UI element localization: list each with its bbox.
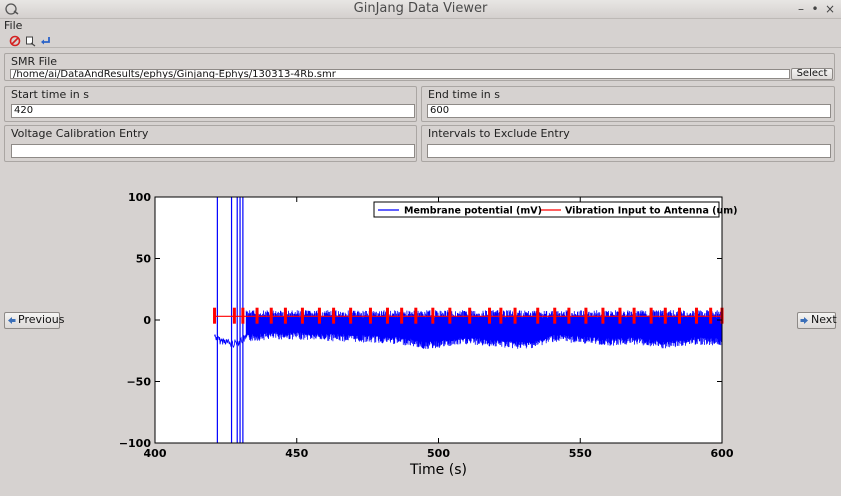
y-tick-label: −100 bbox=[119, 437, 152, 450]
start-time-group: Start time in s 420 bbox=[4, 86, 417, 122]
vibration-pulse bbox=[332, 307, 336, 324]
legend-label-membrane: Membrane potential (mV) bbox=[404, 206, 542, 217]
x-tick-label: 600 bbox=[711, 447, 734, 460]
vibration-pulse bbox=[385, 307, 389, 324]
end-time-label: End time in s bbox=[428, 88, 501, 101]
x-axis-label: Time (s) bbox=[409, 462, 467, 478]
vibration-pulse bbox=[414, 307, 418, 324]
vibration-pulse bbox=[709, 307, 713, 324]
smr-file-group: SMR File /home/ai/DataAndResults/ephys/G… bbox=[4, 53, 835, 81]
start-time-input[interactable]: 420 bbox=[11, 104, 415, 118]
y-tick-label: 50 bbox=[136, 253, 152, 266]
vibration-pulse bbox=[255, 307, 259, 324]
vibration-pulse bbox=[241, 307, 245, 324]
close-icon[interactable]: × bbox=[823, 2, 837, 16]
vibration-pulse bbox=[468, 307, 472, 324]
window-title: GinJang Data Viewer bbox=[353, 1, 488, 16]
end-time-input[interactable]: 600 bbox=[427, 104, 831, 118]
vibration-pulse bbox=[553, 307, 557, 324]
y-tick-label: 0 bbox=[143, 314, 151, 327]
vibration-pulse bbox=[584, 307, 588, 324]
voltage-calibration-group: Voltage Calibration Entry bbox=[4, 125, 417, 162]
vibration-pulse bbox=[513, 307, 517, 324]
minimize-icon[interactable]: – bbox=[794, 2, 808, 16]
vibration-pulse bbox=[632, 307, 636, 324]
legend-label-vibration: Vibration Input to Antenna (um) bbox=[565, 206, 738, 217]
voltage-calibration-label: Voltage Calibration Entry bbox=[11, 127, 149, 140]
title-bar: GinJang Data Viewer – • × bbox=[0, 0, 841, 19]
y-tick-label: 100 bbox=[128, 191, 151, 204]
vibration-pulse bbox=[649, 307, 653, 324]
vibration-pulse bbox=[300, 307, 304, 324]
vibration-pulse bbox=[349, 307, 353, 324]
vibration-pulse bbox=[400, 307, 404, 324]
vibration-pulse bbox=[618, 307, 622, 324]
menu-bar: File bbox=[0, 19, 841, 33]
vibration-pulse bbox=[663, 307, 667, 324]
vibration-pulse bbox=[499, 307, 503, 324]
stop-icon[interactable] bbox=[9, 35, 21, 47]
return-icon[interactable] bbox=[40, 35, 52, 47]
vibration-pulse bbox=[488, 307, 492, 324]
menu-file[interactable]: File bbox=[4, 19, 22, 32]
intervals-exclude-label: Intervals to Exclude Entry bbox=[428, 127, 570, 140]
vibration-pulse bbox=[269, 307, 273, 324]
start-time-label: Start time in s bbox=[11, 88, 89, 101]
vibration-pulse bbox=[213, 307, 217, 324]
membrane-plot: 400 450 500 550 600100500−50−100Time (s)Memb… bbox=[119, 191, 738, 478]
x-tick-label: 500 bbox=[427, 447, 450, 460]
vibration-pulse bbox=[317, 307, 321, 324]
vibration-pulse bbox=[283, 307, 287, 324]
voltage-calibration-input[interactable] bbox=[11, 144, 415, 158]
vibration-pulse bbox=[601, 307, 605, 324]
y-tick-label: −50 bbox=[126, 376, 151, 389]
vibration-pulse bbox=[694, 307, 698, 324]
vibration-pulse bbox=[677, 307, 681, 324]
intervals-exclude-group: Intervals to Exclude Entry bbox=[421, 125, 835, 162]
export-icon[interactable] bbox=[25, 35, 37, 47]
select-button[interactable]: Select bbox=[791, 68, 833, 80]
maximize-icon[interactable]: • bbox=[808, 2, 822, 16]
vibration-pulse bbox=[431, 307, 435, 324]
vibration-pulse bbox=[567, 307, 571, 324]
vibration-pulse bbox=[232, 307, 236, 324]
end-time-group: End time in s 600 bbox=[421, 86, 835, 122]
smr-path-field[interactable]: /home/ai/DataAndResults/ephys/Ginjang-Ep… bbox=[10, 69, 790, 79]
smr-file-label: SMR File bbox=[11, 55, 58, 68]
intervals-exclude-input[interactable] bbox=[427, 144, 831, 158]
vibration-pulse bbox=[448, 307, 452, 324]
x-tick-label: 450 bbox=[285, 447, 308, 460]
toolbar bbox=[0, 33, 841, 48]
vibration-pulse bbox=[536, 307, 540, 324]
x-tick-label: 550 bbox=[569, 447, 592, 460]
vibration-pulse bbox=[368, 307, 372, 324]
